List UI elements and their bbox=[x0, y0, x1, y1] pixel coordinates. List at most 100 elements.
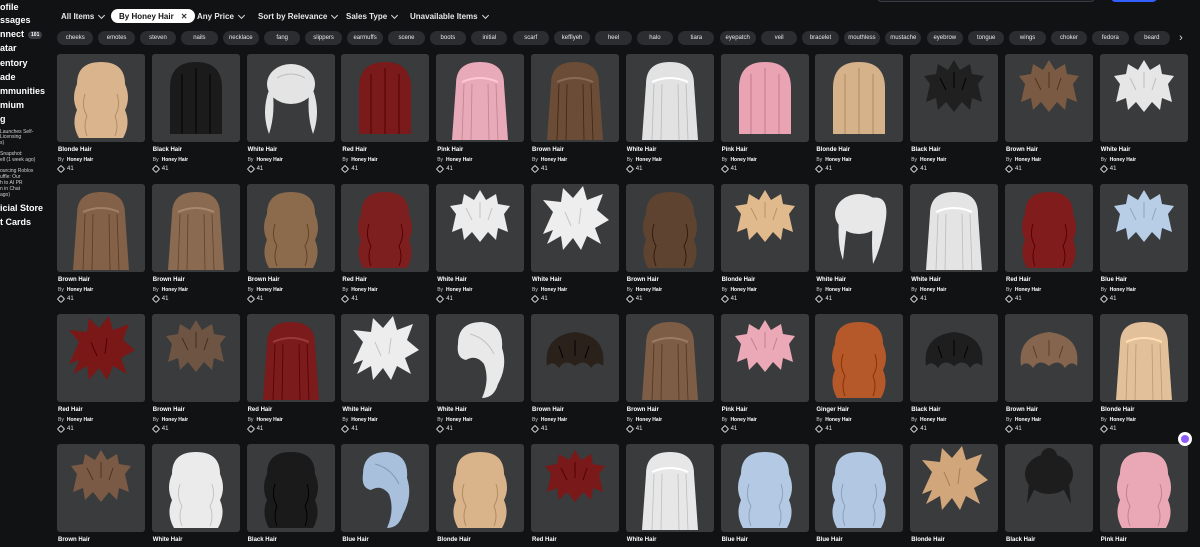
tag-chip[interactable]: cheeks bbox=[57, 31, 94, 45]
creator-name-link[interactable]: Honey Hair bbox=[256, 417, 282, 423]
creator-name-link[interactable]: Honey Hair bbox=[446, 287, 472, 293]
creator-name-link[interactable]: Honey Hair bbox=[825, 287, 851, 293]
tag-chip[interactable]: emotes bbox=[98, 31, 135, 45]
tag-chip[interactable]: earmuffs bbox=[346, 31, 384, 45]
creator-name-link[interactable]: Honey Hair bbox=[730, 417, 756, 423]
item-thumbnail[interactable] bbox=[246, 314, 335, 402]
item-thumbnail[interactable] bbox=[815, 444, 904, 532]
filter-all-items[interactable]: All Items bbox=[61, 10, 106, 23]
item-thumbnail[interactable] bbox=[436, 54, 525, 142]
item-thumbnail[interactable] bbox=[57, 184, 145, 272]
item-name[interactable]: Brown Hair bbox=[1006, 147, 1038, 153]
item-name[interactable]: Blonde Hair bbox=[722, 277, 756, 283]
item-thumbnail[interactable] bbox=[1099, 444, 1188, 532]
sidebar-item[interactable]: ssages bbox=[0, 15, 31, 25]
item-thumbnail[interactable] bbox=[815, 184, 904, 272]
creator-name-link[interactable]: Honey Hair bbox=[541, 157, 567, 163]
item-thumbnail[interactable] bbox=[720, 444, 809, 532]
creator-name-link[interactable]: Honey Hair bbox=[67, 287, 93, 293]
item-thumbnail[interactable] bbox=[151, 54, 240, 142]
sidebar-item[interactable]: ade bbox=[0, 72, 16, 82]
item-thumbnail[interactable] bbox=[531, 444, 619, 532]
item-name[interactable]: White Hair bbox=[437, 407, 467, 413]
item-thumbnail[interactable] bbox=[625, 314, 714, 402]
item-thumbnail[interactable] bbox=[1099, 54, 1188, 142]
close-icon[interactable]: ✕ bbox=[181, 12, 188, 21]
tag-chip[interactable]: mustache bbox=[885, 31, 922, 45]
tag-chip[interactable]: initial bbox=[471, 31, 508, 45]
item-thumbnail[interactable] bbox=[151, 184, 240, 272]
sidebar-item[interactable]: ofile bbox=[0, 2, 19, 12]
item-name[interactable]: Brown Hair bbox=[58, 537, 90, 543]
tag-chip[interactable]: tongue bbox=[968, 31, 1005, 45]
creator-name-link[interactable]: Honey Hair bbox=[162, 417, 188, 423]
tag-chip[interactable]: nails bbox=[181, 31, 218, 45]
item-name[interactable]: Brown Hair bbox=[1006, 407, 1038, 413]
item-thumbnail[interactable] bbox=[815, 314, 904, 402]
item-thumbnail[interactable] bbox=[57, 444, 145, 532]
item-name[interactable]: Red Hair bbox=[248, 407, 273, 413]
sidebar-item[interactable]: mmunities bbox=[0, 86, 45, 96]
item-thumbnail[interactable] bbox=[246, 444, 335, 532]
item-thumbnail[interactable] bbox=[246, 54, 335, 142]
tag-chip[interactable]: heel bbox=[595, 31, 632, 45]
filter-sort-by-relevance[interactable]: Sort by Relevance bbox=[258, 10, 339, 23]
creator-name-link[interactable]: Honey Hair bbox=[1015, 157, 1041, 163]
item-name[interactable]: Blonde Hair bbox=[816, 147, 850, 153]
item-name[interactable]: White Hair bbox=[248, 147, 278, 153]
item-thumbnail[interactable] bbox=[57, 314, 145, 402]
tag-chip[interactable]: scarf bbox=[512, 31, 549, 45]
item-thumbnail[interactable] bbox=[1099, 314, 1188, 402]
creator-name-link[interactable]: Honey Hair bbox=[1015, 287, 1041, 293]
item-name[interactable]: Black Hair bbox=[153, 147, 182, 153]
creator-name-link[interactable]: Honey Hair bbox=[636, 287, 662, 293]
sidebar-item[interactable]: icial Store bbox=[0, 203, 43, 213]
sidebar-item[interactable]: nnect 101 bbox=[0, 29, 43, 39]
sidebar-item[interactable]: mium bbox=[0, 100, 24, 110]
item-name[interactable]: Pink Hair bbox=[722, 147, 748, 153]
item-name[interactable]: White Hair bbox=[437, 277, 467, 283]
item-name[interactable]: Blonde Hair bbox=[911, 537, 945, 543]
item-name[interactable]: Red Hair bbox=[532, 537, 557, 543]
item-name[interactable]: Blue Hair bbox=[1101, 277, 1127, 283]
item-thumbnail[interactable] bbox=[531, 54, 619, 142]
creator-name-link[interactable]: Honey Hair bbox=[920, 157, 946, 163]
item-name[interactable]: Red Hair bbox=[342, 277, 367, 283]
item-thumbnail[interactable] bbox=[341, 314, 430, 402]
creator-name-link[interactable]: Honey Hair bbox=[67, 157, 93, 163]
creator-name-link[interactable]: Honey Hair bbox=[730, 157, 756, 163]
item-thumbnail[interactable] bbox=[436, 444, 525, 532]
sidebar-item[interactable]: t Cards bbox=[0, 217, 31, 227]
tag-chip[interactable]: scene bbox=[388, 31, 425, 45]
creator-name-link[interactable]: Honey Hair bbox=[351, 417, 377, 423]
item-name[interactable]: Blue Hair bbox=[342, 537, 368, 543]
creator-name-link[interactable]: Honey Hair bbox=[636, 417, 662, 423]
item-thumbnail[interactable] bbox=[910, 444, 999, 532]
item-name[interactable]: Brown Hair bbox=[627, 277, 659, 283]
creator-name-link[interactable]: Honey Hair bbox=[162, 157, 188, 163]
item-thumbnail[interactable] bbox=[151, 444, 240, 532]
tag-chip[interactable]: fedora bbox=[1092, 31, 1129, 45]
item-thumbnail[interactable] bbox=[341, 54, 430, 142]
creator-name-link[interactable]: Honey Hair bbox=[825, 417, 851, 423]
item-name[interactable]: White Hair bbox=[1101, 147, 1131, 153]
tag-chip[interactable]: wings bbox=[1009, 31, 1046, 45]
item-name[interactable]: Black Hair bbox=[248, 537, 277, 543]
item-thumbnail[interactable] bbox=[341, 444, 430, 532]
creator-name-link[interactable]: Honey Hair bbox=[730, 287, 756, 293]
assistant-bubble-icon[interactable] bbox=[1178, 432, 1192, 446]
item-thumbnail[interactable] bbox=[1005, 314, 1093, 402]
item-name[interactable]: Black Hair bbox=[911, 147, 940, 153]
creator-name-link[interactable]: Honey Hair bbox=[162, 287, 188, 293]
creator-name-link[interactable]: Honey Hair bbox=[256, 287, 282, 293]
item-thumbnail[interactable] bbox=[910, 54, 999, 142]
creator-name-link[interactable]: Honey Hair bbox=[351, 287, 377, 293]
item-name[interactable]: White Hair bbox=[627, 537, 657, 543]
item-name[interactable]: White Hair bbox=[153, 537, 183, 543]
item-name[interactable]: Blonde Hair bbox=[437, 537, 471, 543]
item-name[interactable]: Blonde Hair bbox=[1101, 407, 1135, 413]
item-thumbnail[interactable] bbox=[1099, 184, 1188, 272]
creator-name-link[interactable]: Honey Hair bbox=[446, 417, 472, 423]
creator-name-link[interactable]: Honey Hair bbox=[1110, 417, 1136, 423]
buy-robux-button[interactable] bbox=[1110, 0, 1158, 2]
